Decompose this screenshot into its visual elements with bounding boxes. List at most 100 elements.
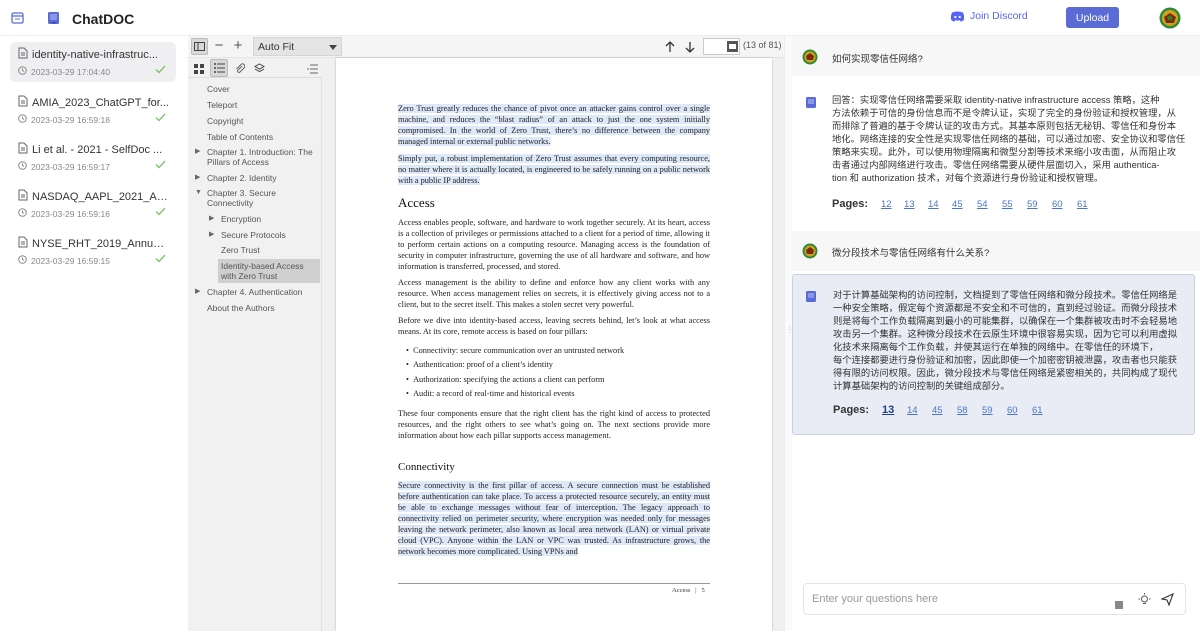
outline-item-label: Chapter 3. Secure Connectivity [207,188,276,208]
outline-item-label: Secure Protocols [221,230,286,240]
page-reference-link[interactable]: 12 [881,199,892,210]
question-input-box [803,583,1186,615]
page-count: (13 of 81) [743,40,782,50]
page-reference-link[interactable]: 60 [1007,405,1018,416]
document-name: NYSE_RHT_2019_Annual... [32,237,170,250]
previous-page-icon[interactable] [663,38,677,55]
zoom-select[interactable]: Auto Fit [253,37,342,56]
page-reference-link[interactable]: 61 [1032,405,1043,416]
outline-item-identity-based-access[interactable]: Identity-based Access with Zero Trust [221,261,319,281]
user-avatar-icon [802,243,818,259]
stop-icon[interactable] [1115,596,1123,614]
outline-item-cover[interactable]: Cover [207,84,230,94]
page-reference-link[interactable]: 54 [977,199,988,210]
send-icon[interactable] [1160,592,1174,611]
user-question: 如何实现零信任网络? [792,36,1200,76]
assistant-answer: 回答：实现零信任网络需要采取 identity-native infrastru… [792,76,1200,216]
document-item[interactable]: NYSE_RHT_2019_Annual... 2023-03-29 16:59… [10,231,176,271]
outline-item-chapter-4[interactable]: ▶ Chapter 4. Authentication [195,287,302,297]
attachments-tab-icon[interactable] [232,60,246,77]
outline-item-chapter-1[interactable]: ▶ Chapter 1. Introduction: The Pillars o… [195,147,319,167]
pdf-bullet: • Authorization: specifying the actions … [406,375,605,384]
page-reference-link[interactable]: 14 [907,405,918,416]
top-bar: ChatDOC Join Discord Upload [0,0,1200,36]
panel-resize-handle[interactable]: ⋮ [784,36,794,631]
expand-arrow-icon[interactable]: ▶ [209,214,214,224]
pdf-bullet: • Connectivity: secure communication ove… [406,346,625,355]
thumbnails-tab-icon[interactable] [192,60,206,77]
layers-tab-icon[interactable] [252,60,266,77]
page-reference-link[interactable]: 60 [1052,199,1063,210]
chatdoc-bot-icon [805,96,819,110]
question-text: 如何实现零信任网络? [832,54,923,65]
collapse-arrow-icon[interactable]: ▼ [195,188,202,198]
page-number-input[interactable] [703,38,740,55]
question-text: 微分段技术与零信任网络有什么关系? [832,248,990,259]
clock-icon [18,114,27,125]
pages-label: Pages: [832,198,869,210]
user-avatar-icon [802,49,818,65]
checkmark-icon [155,65,166,76]
document-date: 2023-03-29 16:59:17 [31,161,110,172]
zoom-out-icon[interactable]: − [212,37,226,54]
pdf-file-icon [18,236,28,251]
outline-item-teleport[interactable]: Teleport [207,100,237,110]
page-reference-link[interactable]: 14 [928,199,939,210]
document-name: Li et al. - 2021 - SelfDoc ... [32,143,163,156]
next-page-icon[interactable] [683,38,697,55]
page-reference-link[interactable]: 58 [957,405,968,416]
pdf-paragraph: Access management is the ability to defi… [398,278,710,309]
page-reference-link[interactable]: 55 [1002,199,1013,210]
document-list-icon[interactable] [11,12,24,24]
outline-item-label: Encryption [221,214,262,224]
checkmark-icon [155,207,166,218]
pdf-file-icon [18,95,28,110]
pdf-paragraph: Secure connectivity is the first pillar … [398,480,710,557]
page-reference-link[interactable]: 45 [932,405,943,416]
chevron-down-icon [329,41,337,53]
outline-item-zero-trust[interactable]: Zero Trust [221,245,260,255]
page-reference-link[interactable]: 59 [982,405,993,416]
lightbulb-icon[interactable] [1138,593,1151,611]
assistant-answer-selected[interactable]: 对于计算基础架构的访问控制，文档提到了零信任网络和微分段技术。零信任网络是 一种安… [792,274,1195,435]
page-reference-link[interactable]: 59 [1027,199,1038,210]
document-sidebar: identity-native-infrastruc... 2023-03-29… [0,36,184,631]
page-reference-link[interactable]: 61 [1077,199,1088,210]
pdf-paragraph: Simply put, a robust implementation of Z… [398,153,710,186]
outline-item-chapter-2[interactable]: ▶ Chapter 2. Identity [195,173,276,183]
outline-tab-icon[interactable] [210,59,228,77]
question-input[interactable] [812,590,1082,608]
outline-item-chapter-3[interactable]: ▼ Chapter 3. Secure Connectivity [195,188,291,208]
checkmark-icon [155,160,166,171]
toggle-sidebar-icon[interactable] [191,38,208,55]
document-date: 2023-03-29 16:59:15 [31,255,110,266]
page-reference-link[interactable]: 45 [952,199,963,210]
outline-item-table-of-contents[interactable]: Table of Contents [207,132,273,142]
outline-item-secure-protocols[interactable]: ▶ Secure Protocols [209,230,286,240]
chatdoc-logo-icon [47,11,61,25]
document-item[interactable]: AMIA_2023_ChatGPT_for... 2023-03-29 16:5… [10,90,176,130]
expand-arrow-icon[interactable]: ▶ [195,287,200,297]
clock-icon [18,161,27,172]
expand-arrow-icon[interactable]: ▶ [195,173,200,183]
current-outline-item-icon[interactable] [305,60,319,77]
document-item[interactable]: identity-native-infrastruc... 2023-03-29… [10,42,176,82]
page-footer-rule [398,583,710,584]
discord-icon [950,11,965,22]
clock-icon [18,66,27,77]
expand-arrow-icon[interactable]: ▶ [209,230,214,240]
user-avatar[interactable] [1159,7,1181,29]
outline-item-copyright[interactable]: Copyright [207,116,243,126]
join-discord-link[interactable]: Join Discord [950,10,1028,22]
document-item[interactable]: Li et al. - 2021 - SelfDoc ... 2023-03-2… [10,137,176,177]
pdf-bullet: • Authentication: proof of a client’s id… [406,360,553,369]
page-reference-link-active[interactable]: 13 [882,404,894,416]
expand-arrow-icon[interactable]: ▶ [195,147,200,157]
outline-item-encryption[interactable]: ▶ Encryption [209,214,262,224]
document-item[interactable]: NASDAQ_AAPL_2021_An... 2023-03-29 16:59:… [10,184,176,224]
pdf-heading-access: Access [398,195,435,210]
outline-item-about-authors[interactable]: About the Authors [207,303,275,313]
zoom-in-icon[interactable]: + [231,37,245,54]
upload-button[interactable]: Upload [1066,7,1119,28]
page-reference-link[interactable]: 13 [904,199,915,210]
